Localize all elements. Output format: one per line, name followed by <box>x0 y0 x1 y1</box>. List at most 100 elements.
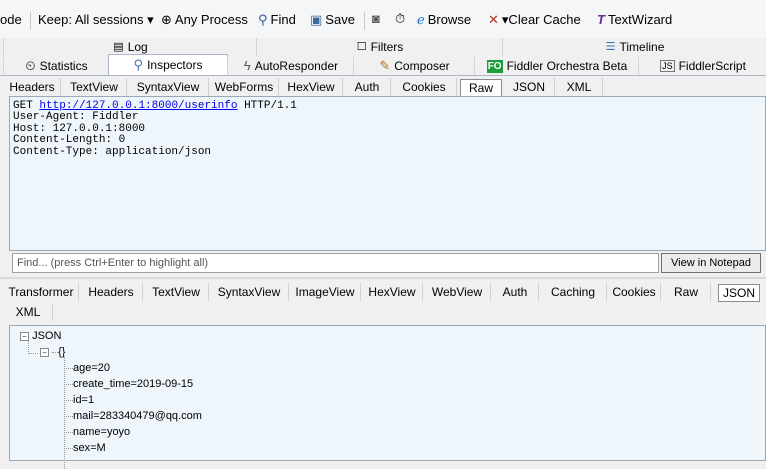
save-icon: ▣ <box>310 11 323 27</box>
tab-statistics-label: Statistics <box>39 59 88 73</box>
tree-leaf[interactable]: name=yoyo <box>64 426 130 438</box>
screenshot-button[interactable]: ◙ <box>372 12 380 26</box>
req-tab-webforms[interactable]: WebForms <box>210 78 279 96</box>
resp-tab-headers[interactable]: Headers <box>80 283 143 301</box>
tab-log-label: Log <box>127 40 148 54</box>
toolbar-mode-fragment[interactable]: ode <box>0 12 22 27</box>
req-tab-headers-label: Headers <box>9 80 55 94</box>
raw-header-line: Content-Type: application/json <box>13 145 212 158</box>
resp-tab-transformer[interactable]: Transformer <box>4 283 79 301</box>
tree-connector <box>64 415 73 417</box>
req-tab-raw[interactable]: Raw <box>460 79 502 97</box>
find-button[interactable]: ⚲ Find <box>258 12 296 27</box>
tree-leaf[interactable]: sex=M <box>64 442 106 454</box>
toolbar-separator <box>364 12 365 30</box>
resp-tab-json-label: JSON <box>722 286 755 300</box>
any-process-button[interactable]: ⊕ Any Process <box>161 12 248 27</box>
req-tab-json[interactable]: JSON <box>504 78 555 96</box>
save-label: Save <box>325 12 355 27</box>
tree-connector <box>28 340 29 354</box>
keep-sessions-label: Keep: All sessions ▾ <box>38 12 154 27</box>
resp-tab-webview-label: WebView <box>431 285 483 299</box>
tab-fiddler-orchestra[interactable]: FO Fiddler Orchestra Beta <box>474 57 639 75</box>
tab-autoresponder[interactable]: ϟ AutoResponder <box>227 57 354 75</box>
resp-tab-transformer-label: Transformer <box>8 285 74 299</box>
resp-tab-json[interactable]: JSON <box>718 284 760 302</box>
resp-tab-imageview[interactable]: ImageView <box>290 283 361 301</box>
resp-tab-caching[interactable]: Caching <box>540 283 607 301</box>
crosshair-icon: ⊕ <box>161 11 172 27</box>
raw-header-line: Host: 127.0.0.1:8000 <box>13 122 146 135</box>
tree-node-root[interactable]: − JSON <box>20 330 61 342</box>
req-tab-cookies[interactable]: Cookies <box>392 78 457 96</box>
filter-icon: ☐ <box>356 41 367 53</box>
tab-filters[interactable]: ☐ Filters <box>256 38 503 56</box>
raw-url-link[interactable]: http://127.0.0.1:8000/userinfo <box>39 100 237 112</box>
save-button[interactable]: ▣ Save <box>310 12 355 27</box>
req-tab-headers[interactable]: Headers <box>4 78 61 96</box>
req-tab-cookies-label: Cookies <box>402 80 446 94</box>
tree-leaf[interactable]: age=20 <box>64 362 110 374</box>
resp-tab-textview[interactable]: TextView <box>144 283 209 301</box>
clear-cache-button[interactable]: ✕ ▾Clear Cache <box>488 12 581 28</box>
req-tab-auth[interactable]: Auth <box>344 78 391 96</box>
resp-tab-raw-label: Raw <box>673 285 698 299</box>
timer-button[interactable]: ⏱ <box>395 12 405 26</box>
toolbar-separator <box>30 12 31 30</box>
keep-sessions-dropdown[interactable]: Keep: All sessions ▾ <box>38 12 154 28</box>
resp-tab-auth[interactable]: Auth <box>492 283 539 301</box>
resp-tab-headers-label: Headers <box>88 285 134 299</box>
resp-tab-cookies[interactable]: Cookies <box>608 283 661 301</box>
browser-icon: ℯ <box>417 11 425 27</box>
response-tabs: Transformer Headers TextView SyntaxView … <box>0 281 766 325</box>
resp-tab-xml-label: XML <box>15 305 41 319</box>
tree-node-object[interactable]: − {} <box>28 346 65 358</box>
resp-tab-caching-label: Caching <box>550 285 596 299</box>
tree-leaf-label: create_time=2019-09-15 <box>73 378 194 390</box>
tab-composer[interactable]: ✎ Composer <box>353 57 475 75</box>
any-process-label: Any Process <box>174 12 248 27</box>
req-tab-textview[interactable]: TextView <box>62 78 127 96</box>
tree-leaf[interactable]: id=1 <box>64 394 94 406</box>
textwizard-button[interactable]: T TextWizard <box>597 12 672 27</box>
req-tab-xml[interactable]: XML <box>556 78 603 96</box>
resp-tab-raw[interactable]: Raw <box>662 283 711 301</box>
req-tab-syntaxview[interactable]: SyntaxView <box>128 78 209 96</box>
collapse-icon[interactable]: − <box>20 332 29 341</box>
tree-leaf[interactable]: create_time=2019-09-15 <box>64 378 193 390</box>
resp-tab-syntaxview[interactable]: SyntaxView <box>210 283 289 301</box>
pane-splitter[interactable] <box>0 277 766 279</box>
tab-inspectors[interactable]: ⚲ Inspectors <box>108 54 228 75</box>
tab-fiddler-orchestra-label: Fiddler Orchestra Beta <box>506 59 628 73</box>
inspectors-icon: ⚲ <box>133 57 144 72</box>
tab-composer-label: Composer <box>394 59 450 73</box>
tree-leaf[interactable]: mail=283340479@qq.com <box>64 410 202 422</box>
resp-tab-auth-label: Auth <box>502 285 528 299</box>
tree-connector <box>64 447 73 449</box>
req-tab-xml-label: XML <box>566 80 592 94</box>
tab-inspectors-label: Inspectors <box>147 58 203 72</box>
find-label: Find <box>270 12 296 27</box>
req-tab-hexview-label: HexView <box>287 80 335 94</box>
tab-statistics[interactable]: ⏲ Statistics <box>3 57 109 75</box>
req-tab-hexview[interactable]: HexView <box>280 78 343 96</box>
textwizard-label: TextWizard <box>607 12 673 27</box>
view-in-notepad-label: View in Notepad <box>671 257 751 269</box>
resp-tab-hexview[interactable]: HexView <box>362 283 423 301</box>
view-in-notepad-button[interactable]: View in Notepad <box>661 253 761 273</box>
req-tab-auth-label: Auth <box>354 80 380 94</box>
tab-timeline[interactable]: ☰ Timeline <box>502 38 766 56</box>
request-raw-pane[interactable]: GET http://127.0.0.1:8000/userinfo HTTP/… <box>9 96 766 251</box>
resp-tab-xml[interactable]: XML <box>4 303 53 321</box>
composer-icon: ✎ <box>379 58 391 73</box>
browse-button[interactable]: ℯ Browse <box>417 12 471 27</box>
collapse-icon[interactable]: − <box>40 348 49 357</box>
resp-tab-webview[interactable]: WebView <box>424 283 491 301</box>
log-icon: ▤ <box>113 41 124 53</box>
tab-fiddlerscript[interactable]: JS FiddlerScript <box>638 57 766 75</box>
response-json-tree[interactable]: − JSON − {} age=20 create_time=2019-09-1… <box>9 325 766 469</box>
find-input[interactable]: Find... (press Ctrl+Enter to highlight a… <box>12 253 659 273</box>
resp-tab-cookies-label: Cookies <box>612 285 656 299</box>
tree-leaf-label: sex=M <box>73 442 106 454</box>
request-raw-text: GET http://127.0.0.1:8000/userinfo HTTP/… <box>13 100 297 158</box>
